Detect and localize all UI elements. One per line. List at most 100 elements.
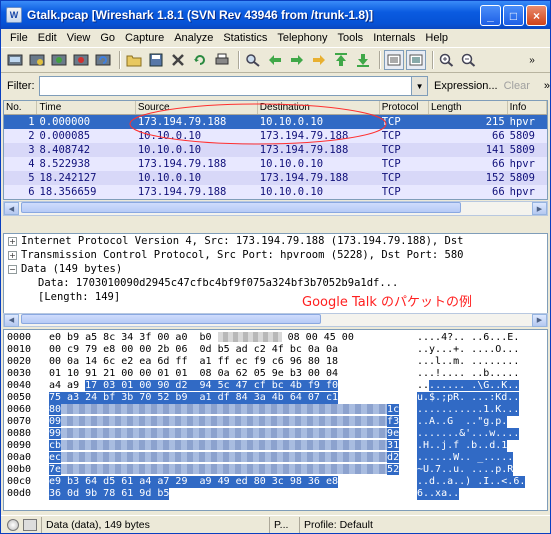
redacted-block [61,416,388,426]
filter-input[interactable] [38,76,413,96]
capture-options-icon[interactable] [27,50,47,70]
scrollbar-thumb[interactable] [21,314,321,324]
find-icon[interactable] [243,50,263,70]
redacted-block [61,428,388,438]
annotation-label: Google Talk のパケットの例 [302,295,473,310]
expand-icon[interactable]: + [8,250,17,260]
start-capture-icon[interactable] [49,50,69,70]
toolbar-separator [119,51,120,69]
redacted-block [61,404,388,414]
column-length[interactable]: Length [429,101,508,114]
packet-cell-time: 0.000000 [39,116,91,128]
status-bar: Data (data), 149 bytes P... Profile: Def… [1,515,550,533]
forward-icon[interactable] [287,50,307,70]
details-hscrollbar[interactable]: ◀ ▶ [3,313,548,327]
detail-tcp[interactable]: + Transmission Control Protocol, Src Port… [4,248,547,262]
detail-ip[interactable]: + Internet Protocol Version 4, Src: 173.1… [4,234,547,248]
filter-dropdown-arrow-icon[interactable]: ▼ [412,76,428,96]
menu-edit[interactable]: Edit [33,32,62,44]
menu-file[interactable]: File [5,32,33,44]
scroll-left-icon[interactable]: ◀ [4,313,19,327]
packet-row[interactable]: 4 8.522938 173.194.79.188 10.10.0.10 TCP 66 hp… [4,157,547,171]
capture-comment-icon[interactable] [23,518,37,531]
scroll-left-icon[interactable]: ◀ [4,202,19,215]
last-packet-icon[interactable] [353,50,373,70]
autoscroll-icon[interactable] [406,50,426,70]
title-bar[interactable]: W Gtalk.pcap [Wireshark 1.8.1 (SVN Rev 4… [1,1,550,29]
collapse-icon[interactable]: − [8,264,17,274]
packet-cell-len: 66 [492,186,505,198]
detail-data[interactable]: − Data (149 bytes) [4,262,547,276]
first-packet-icon[interactable] [331,50,351,70]
redacted-block [61,452,388,462]
packet-cell-dst: 10.10.0.10 [259,186,324,198]
filter-more-icon[interactable]: » [544,80,550,92]
clear-button[interactable]: Clear [504,80,530,92]
menu-telephony[interactable]: Telephony [272,32,332,44]
menu-tools[interactable]: Tools [333,32,369,44]
menu-help[interactable]: Help [420,32,453,44]
packet-row[interactable]: 6 18.356659 173.194.79.188 10.10.0.10 TCP 66 h… [4,185,547,199]
menu-go[interactable]: Go [95,32,120,44]
column-no[interactable]: No. [4,101,38,114]
print-icon[interactable] [212,50,232,70]
maximize-button[interactable]: □ [503,5,524,26]
back-icon[interactable] [265,50,285,70]
redacted-block [61,464,388,474]
packet-list: No. Time Source Destination Protocol Len… [3,100,548,200]
menu-internals[interactable]: Internals [368,32,420,44]
minimize-button[interactable]: _ [480,5,501,26]
zoom-in-icon[interactable] [437,50,457,70]
interface-list-icon[interactable] [5,50,25,70]
status-packets: P... [269,516,299,533]
expand-icon[interactable]: + [8,236,17,246]
annotation-ellipse [129,103,387,145]
save-file-icon[interactable] [146,50,166,70]
packet-list-hscrollbar[interactable]: ◀ ▶ [3,201,548,216]
column-time[interactable]: Time [37,101,136,114]
packet-row[interactable]: 5 18.242127 10.10.0.10 173.194.79.188 TCP 152… [4,171,547,185]
close-button[interactable]: × [526,5,547,26]
toolbar-separator [432,51,433,69]
restart-capture-icon[interactable] [93,50,113,70]
toolbar-separator [238,51,239,69]
packet-cell-time: 0.000085 [39,130,91,142]
packet-cell-info: 5809 [509,144,535,156]
detail-data-value[interactable]: Data: 1703010090d2945c47cfbc4bf9f075a324… [4,276,547,290]
scroll-right-icon[interactable]: ▶ [532,313,547,327]
expert-info-icon[interactable] [7,518,19,531]
wireshark-app-icon[interactable]: W [6,7,22,23]
menu-analyze[interactable]: Analyze [169,32,218,44]
packet-cell-info: 5809 [509,172,535,184]
status-profile[interactable]: Profile: Default [299,516,550,533]
packet-cell-no: 2 [28,130,35,142]
stop-capture-icon[interactable] [71,50,91,70]
packet-cell-src: 173.194.79.188 [137,158,227,170]
toolbar-separator [379,51,380,69]
filter-label: Filter: [7,80,35,92]
redacted-block [217,332,282,342]
menu-statistics[interactable]: Statistics [218,32,272,44]
packet-cell-len: 66 [492,158,505,170]
packet-cell-time: 18.242127 [39,172,97,184]
packet-cell-proto: TCP [381,172,401,184]
packet-cell-len: 215 [485,116,505,128]
open-file-icon[interactable] [124,50,144,70]
more-tools-icon[interactable]: » [522,50,542,70]
colorize-icon[interactable] [384,50,404,70]
zoom-out-icon[interactable] [459,50,479,70]
menu-view[interactable]: View [62,32,96,44]
menu-capture[interactable]: Capture [120,32,169,44]
filter-bar: Filter: ▼ Expression... Clear » [1,73,550,99]
scroll-right-icon[interactable]: ▶ [532,202,547,215]
scrollbar-thumb[interactable] [21,202,461,213]
reload-icon[interactable] [190,50,210,70]
expression-button[interactable]: Expression... [434,80,498,92]
packet-cell-len: 152 [485,172,505,184]
packet-cell-no: 5 [28,172,35,184]
packet-cell-no: 3 [28,144,35,156]
column-info[interactable]: Info [508,101,547,114]
goto-icon[interactable] [309,50,329,70]
close-file-icon[interactable] [168,50,188,70]
packet-cell-no: 1 [28,116,35,128]
